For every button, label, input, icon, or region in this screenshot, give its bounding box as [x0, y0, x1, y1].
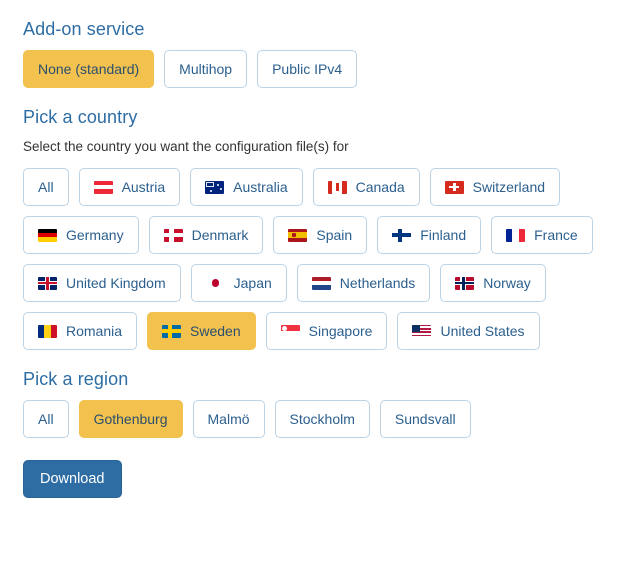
flag-france-icon — [506, 228, 526, 242]
flag-netherlands-icon — [311, 276, 331, 290]
flag-norway-icon — [455, 276, 475, 290]
region-option-all[interactable]: All — [23, 400, 69, 438]
country-option-denmark[interactable]: Denmark — [148, 216, 264, 254]
country-option-romania[interactable]: Romania — [23, 312, 138, 350]
country-option-label: United States — [440, 323, 525, 339]
country-option-label: Austria — [121, 179, 166, 195]
flag-finland-icon — [392, 228, 412, 242]
addon-option-public-ipv4[interactable]: Public IPv4 — [257, 50, 358, 88]
region-option-label: Gothenburg — [93, 411, 168, 427]
region-option-label: All — [38, 411, 54, 427]
country-option-united-kingdom[interactable]: United Kingdom — [23, 264, 181, 302]
country-option-label: Canada — [355, 179, 405, 195]
country-option-label: United Kingdom — [66, 275, 166, 291]
country-option-norway[interactable]: Norway — [440, 264, 546, 302]
country-option-label: Finland — [420, 227, 467, 243]
flag-canada-icon — [327, 180, 347, 194]
region-option-stockholm[interactable]: Stockholm — [274, 400, 370, 438]
country-option-label: Singapore — [308, 323, 373, 339]
country-option-germany[interactable]: Germany — [23, 216, 139, 254]
flag-united-kingdom-icon — [38, 276, 57, 290]
country-option-australia[interactable]: Australia — [190, 168, 303, 206]
flag-japan-icon — [205, 276, 225, 290]
country-option-label: Sweden — [190, 323, 241, 339]
addon-option-multihop[interactable]: Multihop — [164, 50, 248, 88]
country-option-finland[interactable]: Finland — [377, 216, 482, 254]
flag-australia-icon — [205, 180, 225, 194]
country-option-label: Romania — [66, 323, 123, 339]
flag-united-states-icon — [412, 324, 432, 338]
flag-denmark-icon — [163, 228, 183, 242]
download-section: Download — [23, 460, 623, 498]
addon-service-heading: Add-on service — [23, 19, 145, 39]
country-option-switzerland[interactable]: Switzerland — [429, 168, 561, 206]
country-option-spain[interactable]: Spain — [273, 216, 368, 254]
country-option-singapore[interactable]: Singapore — [265, 312, 388, 350]
country-option-canada[interactable]: Canada — [312, 168, 420, 206]
region-option-sundsvall[interactable]: Sundsvall — [379, 400, 471, 438]
country-option-label: Netherlands — [339, 275, 416, 291]
flag-switzerland-icon — [444, 180, 464, 194]
region-option-gothenburg[interactable]: Gothenburg — [78, 400, 183, 438]
flag-sweden-icon — [162, 324, 182, 338]
addon-option-label: Multihop — [179, 61, 233, 77]
country-option-united-states[interactable]: United States — [397, 312, 540, 350]
pick-a-region-heading: Pick a region — [23, 369, 129, 389]
country-options: All Austria Australia Canada Switzerland Germ… — [23, 168, 623, 350]
country-option-label: Denmark — [191, 227, 249, 243]
flag-romania-icon — [38, 324, 57, 338]
country-option-label: All — [38, 179, 54, 195]
pick-a-country-subtitle: Select the country you want the configur… — [23, 139, 349, 154]
country-option-label: France — [534, 227, 578, 243]
flag-germany-icon — [38, 228, 57, 242]
addon-option-label: Public IPv4 — [272, 61, 343, 77]
addon-service-options: None (standard) Multihop Public IPv4 — [23, 50, 623, 88]
country-option-label: Australia — [233, 179, 288, 195]
country-option-label: Norway — [483, 275, 531, 291]
country-option-austria[interactable]: Austria — [78, 168, 181, 206]
region-option-malm[interactable]: Malmö — [192, 400, 265, 438]
flag-austria-icon — [93, 180, 113, 194]
region-options: All Gothenburg Malmö Stockholm Sundsvall — [23, 400, 623, 438]
flag-spain-icon — [288, 228, 308, 242]
flag-singapore-icon — [280, 324, 300, 338]
country-option-label: Spain — [316, 227, 353, 243]
download-button[interactable]: Download — [23, 460, 122, 498]
country-option-netherlands[interactable]: Netherlands — [296, 264, 431, 302]
pick-a-country-heading: Pick a country — [23, 107, 138, 127]
country-option-label: Switzerland — [472, 179, 546, 195]
country-option-label: Japan — [233, 275, 272, 291]
region-option-label: Stockholm — [289, 411, 355, 427]
country-option-france[interactable]: France — [491, 216, 593, 254]
country-option-sweden[interactable]: Sweden — [147, 312, 256, 350]
region-option-label: Malmö — [207, 411, 250, 427]
addon-option-none-standard[interactable]: None (standard) — [23, 50, 155, 88]
region-option-label: Sundsvall — [394, 411, 456, 427]
country-option-japan[interactable]: Japan — [190, 264, 287, 302]
config-download-page: Add-on service None (standard) Multihop Pu… — [0, 0, 623, 498]
country-option-all[interactable]: All — [23, 168, 69, 206]
country-option-label: Germany — [66, 227, 124, 243]
addon-option-label: None (standard) — [38, 61, 140, 77]
